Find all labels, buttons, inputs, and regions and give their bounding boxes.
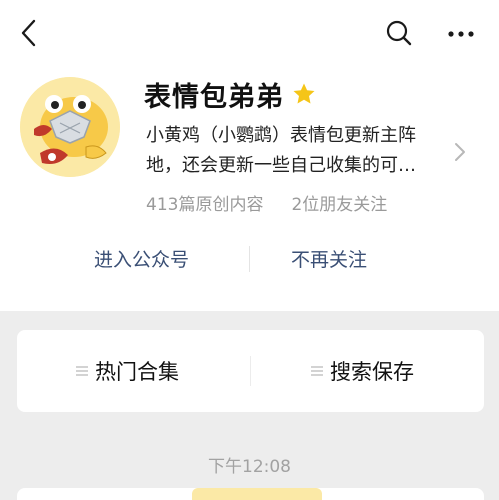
enter-account-button[interactable]: 进入公众号 bbox=[94, 245, 189, 272]
account-name-row: 表情包弟弟 bbox=[144, 74, 316, 114]
account-menu-bar: 热门合集 搜索保存 bbox=[17, 330, 484, 412]
yellow-chick-avatar-icon bbox=[20, 77, 120, 177]
chevron-left-icon[interactable] bbox=[14, 18, 44, 48]
menu-item-label: 搜索保存 bbox=[330, 360, 414, 384]
menu-item-hot-collections[interactable]: 热门合集 bbox=[75, 356, 179, 386]
friends-following: 2位朋友关注 bbox=[291, 195, 388, 215]
account-description[interactable]: 小黄鸡（小鹦鹉）表情包更新主阵地，还会更新一些自己收集的可… bbox=[146, 121, 446, 181]
menu-lines-icon bbox=[76, 366, 88, 376]
original-count: 413篇原创内容 bbox=[146, 195, 264, 215]
menu-item-label: 热门合集 bbox=[95, 360, 179, 384]
chevron-right-icon[interactable] bbox=[452, 141, 468, 163]
menu-lines-icon bbox=[311, 366, 323, 376]
action-divider bbox=[249, 246, 250, 272]
menu-item-search-save[interactable]: 搜索保存 bbox=[310, 356, 414, 386]
message-cover-image[interactable] bbox=[192, 488, 322, 500]
account-name: 表情包弟弟 bbox=[144, 81, 284, 113]
more-dots-icon[interactable] bbox=[446, 22, 476, 46]
account-header: 表情包弟弟 小黄鸡（小鹦鹉）表情包更新主阵地，还会更新一些自己收集的可… 413… bbox=[0, 0, 499, 311]
search-icon[interactable] bbox=[384, 18, 414, 48]
menu-divider bbox=[250, 356, 251, 386]
unfollow-button[interactable]: 不再关注 bbox=[291, 245, 367, 272]
star-icon bbox=[293, 83, 315, 104]
message-timestamp: 下午12:08 bbox=[208, 457, 291, 477]
avatar[interactable] bbox=[20, 77, 120, 177]
account-meta: 413篇原创内容 2位朋友关注 bbox=[146, 190, 387, 215]
